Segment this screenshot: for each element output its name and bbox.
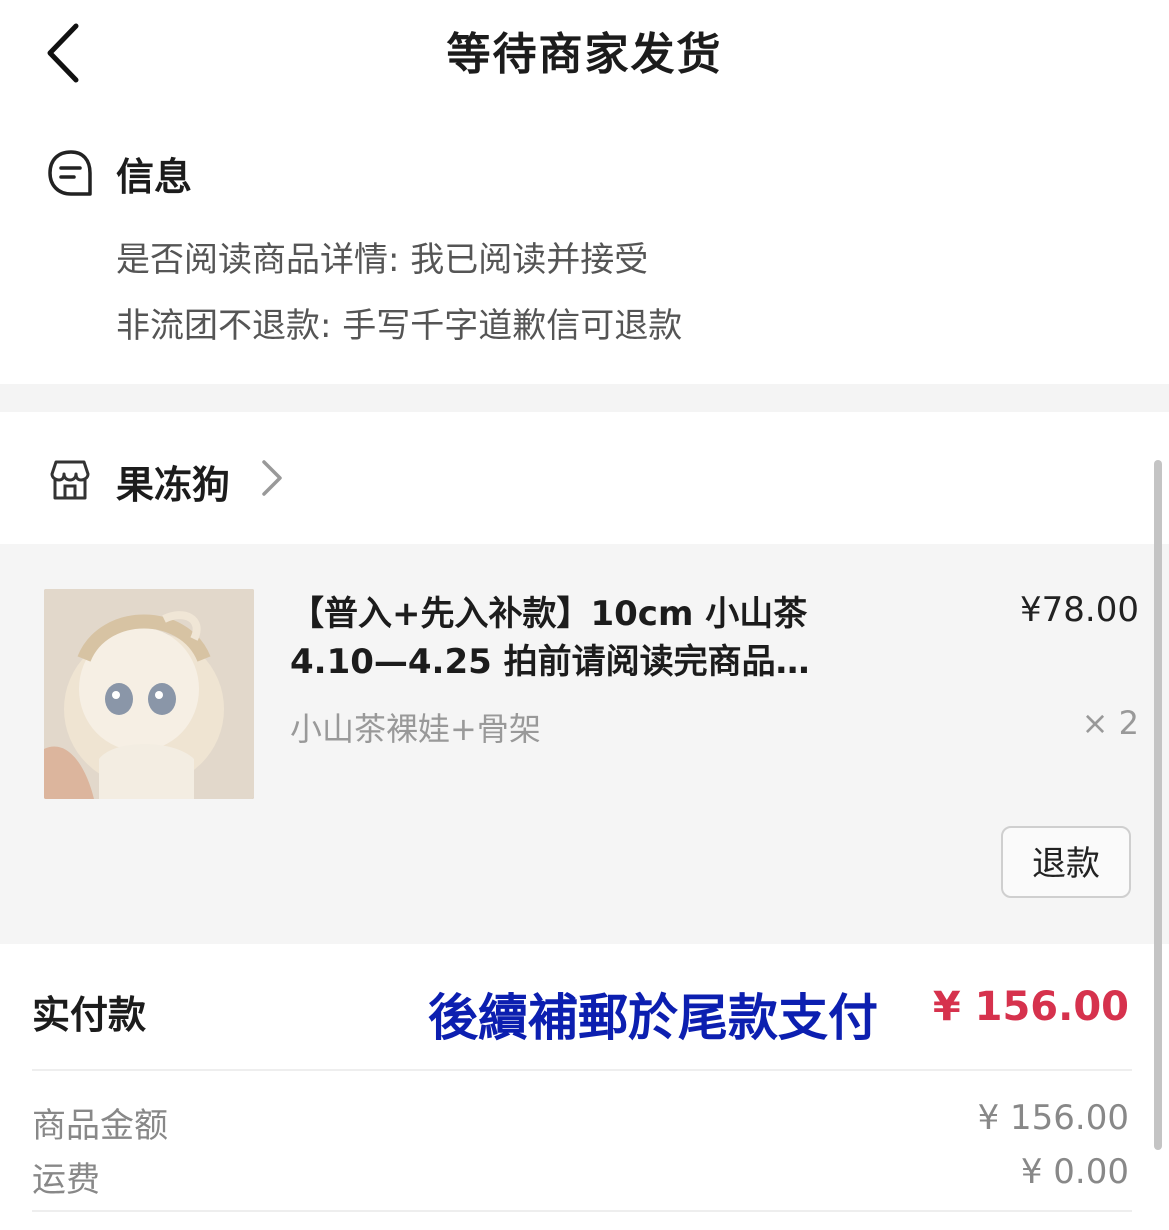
chevron-right-icon[interactable] xyxy=(258,456,286,500)
info-line-read-detail: 是否阅读商品详情: 我已阅读并接受 xyxy=(116,240,649,280)
product-title[interactable]: 【普入+先入补款】10cm 小山茶 4.10—4.25 拍前请阅读完商品… xyxy=(290,590,870,686)
section-divider xyxy=(0,384,1169,412)
product-title-line-2: 4.10—4.25 拍前请阅读完商品… xyxy=(290,642,810,682)
subtotal-label: 商品金额 xyxy=(32,1106,168,1146)
page-title: 等待商家发货 xyxy=(446,29,723,80)
info-section-title: 信息 xyxy=(116,155,193,199)
store-icon xyxy=(46,456,94,504)
product-quantity: × 2 xyxy=(1081,704,1139,742)
product-thumbnail[interactable] xyxy=(44,589,254,799)
paid-amount: ¥ 156.00 xyxy=(932,984,1129,1030)
shipping-value: ¥ 0.00 xyxy=(1020,1152,1129,1192)
product-title-line-1: 【普入+先入补款】10cm 小山茶 xyxy=(290,594,808,634)
shop-name[interactable]: 果冻狗 xyxy=(116,454,230,509)
subtotal-value: ¥ 156.00 xyxy=(977,1098,1129,1138)
annotation-overlay-text: 後續補郵於尾款支付 xyxy=(428,988,878,1047)
message-icon xyxy=(46,148,96,198)
paid-label: 实付款 xyxy=(32,993,147,1037)
summary-divider xyxy=(32,1069,1132,1071)
shipping-label: 运费 xyxy=(32,1160,100,1200)
scrollbar[interactable] xyxy=(1154,460,1162,1150)
bottom-divider xyxy=(32,1210,1132,1212)
product-spec: 小山茶裸娃+骨架 xyxy=(290,710,541,748)
product-price: ¥78.00 xyxy=(1020,590,1139,630)
refund-button[interactable]: 退款 xyxy=(1001,826,1131,898)
info-line-refund-policy: 非流团不退款: 手写千字道歉信可退款 xyxy=(116,306,683,346)
